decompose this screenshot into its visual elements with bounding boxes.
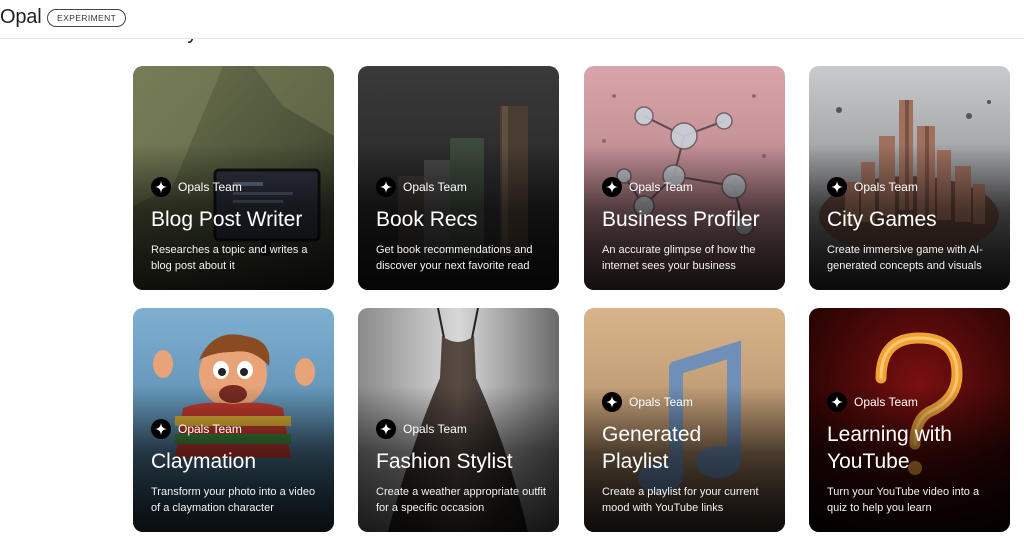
card-description: Transform your photo into a video of a c… [151, 486, 316, 514]
card-book-recs[interactable]: Opals Team Book Recs Get book recommenda… [358, 66, 559, 290]
card-business-profiler[interactable]: Opals Team Business Profiler An accurate… [584, 66, 785, 290]
card-author: Opals Team [376, 419, 547, 439]
sparkle-icon [151, 419, 171, 439]
sparkle-icon [376, 419, 396, 439]
card-title: Learning with YouTube [827, 423, 952, 473]
sparkle-icon [602, 392, 622, 412]
top-bar: Opal EXPERIMENT [0, 0, 1024, 39]
author-name: Opals Team [854, 180, 918, 194]
sparkle-icon [827, 392, 847, 412]
author-name: Opals Team [629, 180, 693, 194]
card-description: Create immersive game with AI-generated … [827, 244, 983, 272]
card-title: Generated Playlist [602, 423, 702, 473]
author-name: Opals Team [178, 422, 242, 436]
card-title: City Games [827, 208, 937, 231]
card-title: Business Profiler [602, 208, 760, 231]
card-claymation[interactable]: Opals Team Claymation Transform your pho… [133, 308, 334, 532]
card-description: An accurate glimpse of how the internet … [602, 244, 756, 272]
author-name: Opals Team [629, 395, 693, 409]
experiment-badge: EXPERIMENT [47, 9, 127, 27]
card-fashion-stylist[interactable]: Opals Team Fashion Stylist Create a weat… [358, 308, 559, 532]
card-description: Researches a topic and writes a blog pos… [151, 244, 308, 272]
sparkle-icon [827, 177, 847, 197]
card-author: Opals Team [602, 177, 773, 197]
sparkle-icon [151, 177, 171, 197]
card-author: Opals Team [827, 392, 998, 412]
card-title: Fashion Stylist [376, 450, 513, 473]
card-generated-playlist[interactable]: Opals Team Generated Playlist Create a p… [584, 308, 785, 532]
card-description: Create a weather appropriate outfit for … [376, 486, 546, 514]
card-title: Book Recs [376, 208, 478, 231]
card-author: Opals Team [827, 177, 998, 197]
card-blog-post-writer[interactable]: Opals Team Blog Post Writer Researches a… [133, 66, 334, 290]
author-name: Opals Team [854, 395, 918, 409]
author-name: Opals Team [178, 180, 242, 194]
card-description: Create a playlist for your current mood … [602, 486, 759, 514]
sparkle-icon [376, 177, 396, 197]
app-logo[interactable]: Opal [0, 6, 42, 29]
card-city-games[interactable]: Opals Team City Games Create immersive g… [809, 66, 1010, 290]
card-title: Claymation [151, 450, 257, 473]
author-name: Opals Team [403, 422, 467, 436]
card-description: Get book recommendations and discover yo… [376, 244, 533, 272]
card-author: Opals Team [151, 177, 322, 197]
card-author: Opals Team [602, 392, 773, 412]
card-learning-with-youtube[interactable]: Opals Team Learning with YouTube Turn yo… [809, 308, 1010, 532]
card-title: Blog Post Writer [151, 208, 303, 231]
card-author: Opals Team [151, 419, 322, 439]
author-name: Opals Team [403, 180, 467, 194]
sparkle-icon [602, 177, 622, 197]
card-author: Opals Team [376, 177, 547, 197]
card-description: Turn your YouTube video into a quiz to h… [827, 486, 980, 514]
